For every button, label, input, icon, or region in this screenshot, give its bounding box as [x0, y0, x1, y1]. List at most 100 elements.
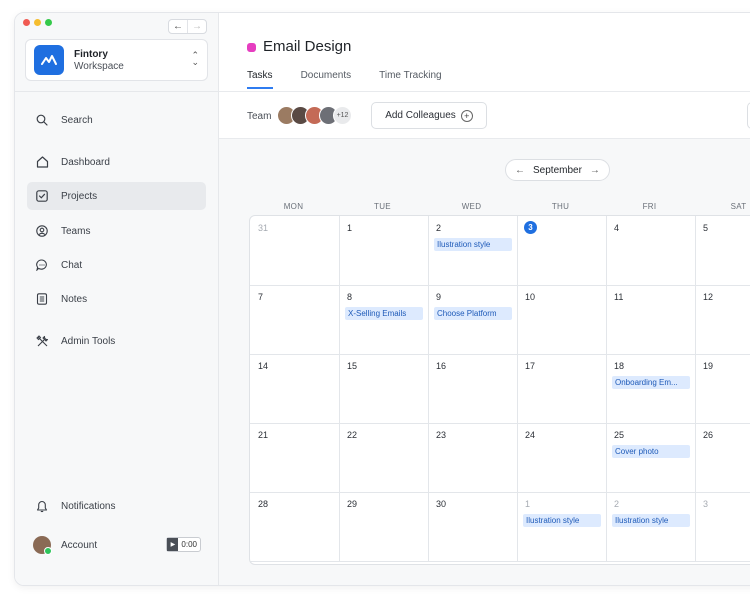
calendar-day-cell[interactable]: 24	[517, 423, 607, 493]
sidebar-item-label: Chat	[61, 259, 83, 271]
close-window-button[interactable]	[23, 19, 30, 26]
sidebar-item-chat[interactable]: Chat	[27, 251, 206, 279]
calendar-day-cell[interactable]: 11	[606, 285, 696, 355]
today-date-badge: 3	[524, 221, 537, 234]
workspace-subtitle: Workspace	[74, 61, 124, 72]
sidebar-item-label: Projects	[61, 190, 98, 202]
sidebar: ← → Fintory Workspace ⌃ ⌄ Search Dashboar…	[15, 13, 219, 585]
calendar-day-cell[interactable]: 9 Choose Platform	[428, 285, 518, 355]
day-number: 16	[436, 361, 447, 371]
app-window: ← → Fintory Workspace ⌃ ⌄ Search Dashboar…	[14, 12, 750, 586]
sidebar-item-notifications[interactable]: Notifications	[27, 492, 206, 520]
calendar-event-chip[interactable]: Onboarding Em...	[612, 376, 690, 389]
day-number: 2	[436, 223, 442, 233]
calendar-day-cell[interactable]: 15	[339, 354, 429, 424]
minimize-window-button[interactable]	[34, 19, 41, 26]
sidebar-item-label: Teams	[61, 225, 91, 237]
calendar-day-cell[interactable]: 18 Onboarding Em...	[606, 354, 696, 424]
calendar-day-cell[interactable]: 28	[250, 492, 340, 562]
play-icon: ▶	[167, 538, 179, 551]
tab-tasks[interactable]: Tasks	[247, 70, 273, 89]
weekday-label: FRI	[642, 202, 657, 211]
sidebar-item-teams[interactable]: Teams	[27, 217, 206, 245]
weekday-label: SAT	[730, 202, 747, 211]
checkbox-icon	[35, 189, 49, 203]
calendar-day-cell[interactable]: 31	[250, 216, 340, 286]
sidebar-item-dashboard[interactable]: Dashboard	[27, 148, 206, 176]
maximize-window-button[interactable]	[45, 19, 52, 26]
add-colleagues-button[interactable]: Add Colleagues +	[371, 102, 487, 129]
weekday-label: TUE	[374, 202, 391, 211]
day-number: 1	[525, 499, 531, 509]
day-number: 31	[258, 223, 269, 233]
online-status-dot	[44, 547, 52, 555]
calendar-day-cell[interactable]: 14	[250, 354, 340, 424]
day-number: 10	[525, 292, 536, 302]
sidebar-item-notes[interactable]: Notes	[27, 285, 206, 313]
sidebar-item-admin-tools[interactable]: Admin Tools	[27, 327, 206, 355]
team-label: Team	[247, 111, 272, 122]
sidebar-item-search[interactable]: Search	[27, 106, 206, 134]
more-members-badge: +12	[333, 106, 352, 125]
calendar-day-cell[interactable]: 1 Ilustration style	[517, 492, 607, 562]
calendar-event-chip[interactable]: Cover photo	[612, 445, 690, 458]
calendar-day-cell[interactable]: 2 Ilustration style	[428, 216, 518, 286]
calendar-day-cell[interactable]: 12	[695, 285, 750, 355]
calendar-day-cell[interactable]: 5	[695, 216, 750, 286]
prev-month-arrow-icon[interactable]: ←	[515, 165, 525, 176]
calendar-day-cell[interactable]: 1	[339, 216, 429, 286]
calendar-event-chip[interactable]: Choose Platform	[434, 307, 512, 320]
home-icon	[35, 155, 49, 169]
calendar-day-cell[interactable]: 8 X-Selling Emails	[339, 285, 429, 355]
calendar-day-cell[interactable]: 10	[517, 285, 607, 355]
calendar-day-cell[interactable]: 3	[695, 492, 750, 562]
day-number: 1	[347, 223, 353, 233]
tab-time-tracking[interactable]: Time Tracking	[379, 70, 441, 89]
calendar-event-chip[interactable]: Ilustration style	[612, 514, 690, 527]
calendar-day-cell[interactable]: 17	[517, 354, 607, 424]
calendar-grid: 31 1 2 Ilustration style 3 4 5 7 8 X-Selling Emai…	[249, 215, 750, 565]
calendar-day-cell[interactable]: 25 Cover photo	[606, 423, 696, 493]
project-color-dot	[247, 43, 256, 52]
calendar-area: ← September → MON TUE WED THU FRI SAT 31 1 2 Ilu…	[219, 139, 750, 585]
calendar-day-cell[interactable]: 29	[339, 492, 429, 562]
day-number: 4	[614, 223, 620, 233]
workspace-switcher[interactable]: Fintory Workspace ⌃ ⌄	[25, 39, 208, 81]
search-icon	[35, 113, 49, 127]
tab-documents[interactable]: Documents	[301, 70, 352, 89]
time-tracker-button[interactable]: ▶ 0:00	[166, 537, 201, 552]
day-number: 23	[436, 430, 447, 440]
next-month-arrow-icon[interactable]: →	[590, 165, 600, 176]
calendar-day-cell[interactable]: 21	[250, 423, 340, 493]
calendar-day-cell[interactable]: 7	[250, 285, 340, 355]
sidebar-item-account[interactable]: Account ▶ 0:00	[27, 531, 206, 559]
calendar-event-chip[interactable]: Ilustration style	[523, 514, 601, 527]
workspace-name: Fintory	[74, 49, 108, 60]
tools-icon	[35, 334, 49, 348]
day-number: 3	[703, 499, 709, 509]
calendar-day-cell[interactable]: 4	[606, 216, 696, 286]
month-label: September	[533, 164, 582, 176]
day-number: 12	[703, 292, 714, 302]
team-avatars[interactable]: +12	[277, 106, 352, 125]
calendar-event-chip[interactable]: X-Selling Emails	[345, 307, 423, 320]
calendar-day-cell[interactable]: 2 Ilustration style	[606, 492, 696, 562]
calendar-day-cell[interactable]: 30	[428, 492, 518, 562]
month-switcher: ← September →	[505, 159, 610, 181]
calendar-day-cell[interactable]: 23	[428, 423, 518, 493]
day-number: 19	[703, 361, 714, 371]
day-number: 22	[347, 430, 358, 440]
calendar-event-chip[interactable]: Ilustration style	[434, 238, 512, 251]
sidebar-item-projects[interactable]: Projects	[27, 182, 206, 210]
calendar-day-cell[interactable]: 19	[695, 354, 750, 424]
calendar-day-cell[interactable]: 26	[695, 423, 750, 493]
day-number: 8	[347, 292, 353, 302]
main-content: Email Design Tasks Documents Time Tracki…	[219, 13, 750, 585]
people-icon	[35, 224, 49, 238]
calendar-day-cell[interactable]: 3	[517, 216, 607, 286]
sidebar-item-label: Notifications	[61, 500, 116, 512]
calendar-day-cell[interactable]: 16	[428, 354, 518, 424]
forward-arrow-icon[interactable]: →	[187, 20, 206, 33]
back-arrow-icon[interactable]: ←	[169, 20, 187, 33]
calendar-day-cell[interactable]: 22	[339, 423, 429, 493]
